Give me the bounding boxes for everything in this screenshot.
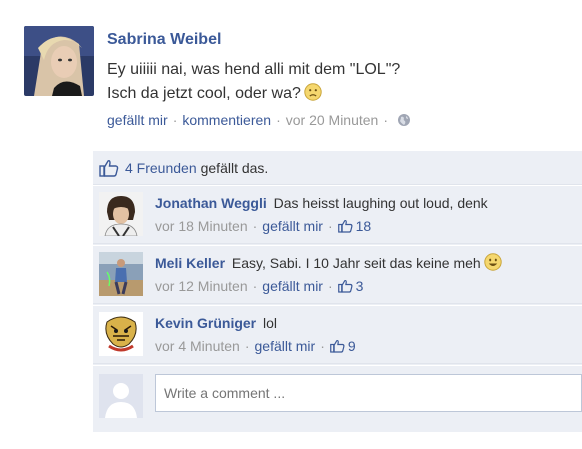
comment-text: lol <box>263 315 278 331</box>
comment-like-count[interactable]: 3 <box>356 276 364 296</box>
comment-author-name[interactable]: Kevin Grüniger <box>155 315 256 331</box>
separator: · <box>172 112 178 128</box>
comment-author-avatar[interactable] <box>99 312 143 356</box>
sad-face-icon <box>304 83 322 101</box>
comment-meta: vor 12 Minuten · gefällt mir · 3 <box>155 276 502 296</box>
likers-link[interactable]: 4 Freunden <box>125 160 197 176</box>
comment-like-link[interactable]: gefällt mir <box>255 336 316 356</box>
post-timestamp[interactable]: vor 20 Minuten <box>286 112 379 128</box>
post-comment-link[interactable]: kommentieren <box>182 112 271 128</box>
post-text-line-2-text: Isch da jetzt cool, oder wa? <box>107 85 301 102</box>
comment-input[interactable] <box>155 374 582 412</box>
post-like-link[interactable]: gefällt mir <box>107 112 168 128</box>
comment-timestamp[interactable]: vor 12 Minuten <box>155 276 248 296</box>
separator: · <box>383 112 389 128</box>
thumbs-up-icon <box>337 219 353 233</box>
comment-meta: vor 18 Minuten · gefällt mir · 18 <box>155 216 488 236</box>
thumbs-up-icon <box>330 339 345 353</box>
separator: · <box>252 278 258 294</box>
separator: · <box>320 338 325 354</box>
comment-meta: vor 4 Minuten · gefällt mir · 9 <box>155 336 356 356</box>
current-user-avatar <box>99 374 143 418</box>
comment-item: Jonathan Weggli Das heisst laughing out … <box>93 185 582 244</box>
comment-body: Kevin Grüniger lol vor 4 Minuten · gefäl… <box>155 313 356 356</box>
comment-body: Meli Keller Easy, Sabi. I 10 Jahr seit d… <box>155 253 502 296</box>
comment-author-name[interactable]: Meli Keller <box>155 255 225 271</box>
post-text-line-2: Isch da jetzt cool, oder wa? <box>107 82 487 106</box>
comment-body: Jonathan Weggli Das heisst laughing out … <box>155 193 488 236</box>
comment-timestamp[interactable]: vor 4 Minuten <box>155 336 240 356</box>
separator: · <box>276 112 281 128</box>
thumbs-up-icon <box>99 159 119 177</box>
comment-composer <box>93 365 582 432</box>
post-author-avatar[interactable] <box>24 26 94 96</box>
separator: · <box>327 218 333 234</box>
post-author-name[interactable]: Sabrina Weibel <box>107 31 221 49</box>
comment-like-count[interactable]: 9 <box>348 336 356 356</box>
post-text-line-1: Ey uiiiii nai, was hend alli mit dem "LO… <box>107 61 401 78</box>
comment-timestamp[interactable]: vor 18 Minuten <box>155 216 248 236</box>
comment-author-avatar[interactable] <box>99 252 143 296</box>
post-meta: gefällt mir · kommentieren · vor 20 Minu… <box>107 112 411 128</box>
comment-author-name[interactable]: Jonathan Weggli <box>155 195 267 211</box>
comment-author-avatar[interactable] <box>99 192 143 236</box>
comments-panel: 4 Freunden gefällt das. Jonathan Weggli … <box>93 151 582 432</box>
separator: · <box>327 278 333 294</box>
comment-like-link[interactable]: gefällt mir <box>262 216 323 236</box>
comment-item: Kevin Grüniger lol vor 4 Minuten · gefäl… <box>93 305 582 364</box>
comment-text: Das heisst laughing out loud, denk <box>273 195 488 211</box>
thumbs-up-icon <box>337 279 353 293</box>
comment-like-count[interactable]: 18 <box>356 216 372 236</box>
likes-summary: 4 Freunden gefällt das. <box>93 151 582 185</box>
comment-like-link[interactable]: gefällt mir <box>262 276 323 296</box>
comment-item: Meli Keller Easy, Sabi. I 10 Jahr seit d… <box>93 245 582 304</box>
globe-icon[interactable] <box>397 113 411 127</box>
separator: · <box>252 218 258 234</box>
comment-text: Easy, Sabi. I 10 Jahr seit das keine meh <box>231 255 481 271</box>
likes-text: gefällt das. <box>200 159 269 176</box>
separator: · <box>244 338 250 354</box>
post-text: Ey uiiiii nai, was hend alli mit dem "LO… <box>107 58 487 106</box>
smile-face-icon <box>483 253 502 271</box>
